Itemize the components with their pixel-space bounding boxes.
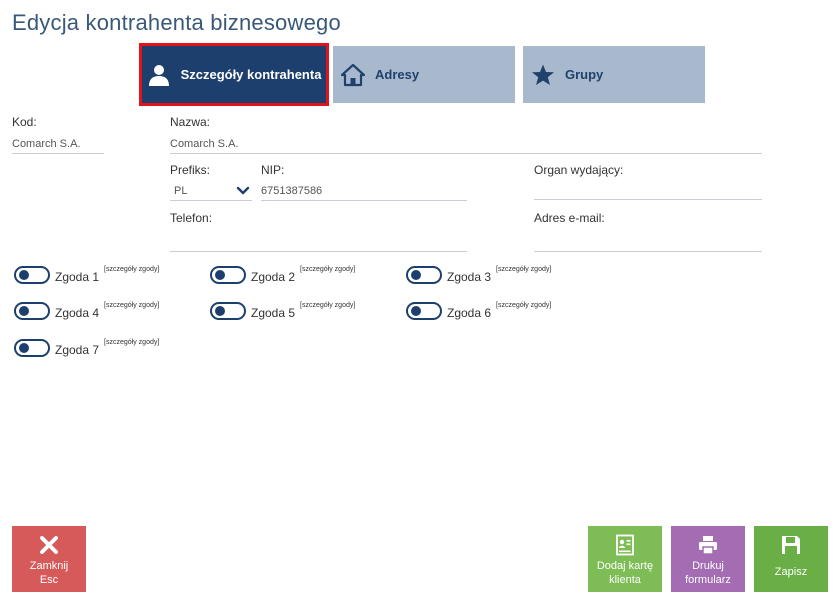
consent-toggle[interactable] [14,302,50,320]
consent-2: Zgoda 2 [szczegóły zgody] [210,265,355,285]
toggle-knob [19,343,29,353]
consent-4: Zgoda 4 [szczegóły zgody] [14,301,159,321]
toggle-knob [19,270,29,280]
toggle-knob [411,270,421,280]
print-label-1: Drukuj [692,560,724,572]
consent-details-link[interactable]: [szczegóły zgody] [496,266,551,273]
close-button-label: Zamknij [29,560,69,572]
toggle-knob [411,306,421,316]
consent-6: Zgoda 6 [szczegóły zgody] [406,301,551,321]
person-icon [147,63,171,87]
save-button[interactable]: Zapisz [754,526,828,592]
toggle-knob [215,270,225,280]
kod-label: Kod: [12,115,37,129]
consent-label: Zgoda 6 [447,306,492,320]
email-field[interactable] [534,232,762,252]
prefiks-label: Prefiks: [170,163,211,177]
kod-field[interactable]: Comarch S.A. [12,134,104,154]
save-label: Zapisz [774,566,808,578]
consent-5: Zgoda 5 [szczegóły zgody] [210,301,355,321]
consent-label: Zgoda 5 [251,306,296,320]
consent-toggle[interactable] [14,339,50,357]
add-card-label-2: klienta [609,574,641,586]
consent-label: Zgoda 4 [55,306,100,320]
consent-toggle[interactable] [406,302,442,320]
consent-toggle[interactable] [210,302,246,320]
consent-toggle[interactable] [210,266,246,284]
add-card-label-1: Dodaj kartę [596,560,654,572]
organ-label: Organ wydający: [534,163,624,177]
add-card-button[interactable]: Dodaj kartę klienta [588,526,662,592]
nip-label: NIP: [261,163,285,177]
tab-label: Szczegóły kontrahenta [180,67,322,82]
organ-field[interactable] [534,180,762,200]
close-button-shortcut: Esc [39,574,59,586]
chevron-down-icon [236,184,250,198]
star-icon [531,63,555,87]
consent-label: Zgoda 2 [251,270,296,284]
close-icon [40,536,58,554]
consent-label: Zgoda 7 [55,343,100,357]
consent-label: Zgoda 1 [55,270,100,284]
consent-details-link[interactable]: [szczegóły zgody] [104,302,159,309]
telefon-label: Telefon: [170,211,213,225]
nazwa-field[interactable]: Comarch S.A. [170,134,762,154]
consent-toggle[interactable] [14,266,50,284]
tab-grupy[interactable]: Grupy [523,46,705,103]
consent-details-link[interactable]: [szczegóły zgody] [104,266,159,273]
nazwa-label: Nazwa: [170,115,211,129]
toggle-knob [215,306,225,316]
consent-3: Zgoda 3 [szczegóły zgody] [406,265,551,285]
prefiks-value: PL [174,185,188,197]
page-title: Edycja kontrahenta biznesowego [12,10,341,35]
id-card-icon [616,534,634,556]
tab-adresy[interactable]: Adresy [333,46,515,103]
consent-1: Zgoda 1 [szczegóły zgody] [14,265,159,285]
nip-field[interactable]: 6751387586 [261,181,467,201]
consent-details-link[interactable]: [szczegóły zgody] [300,266,355,273]
floppy-icon [782,536,800,554]
print-label-2: formularz [685,574,731,586]
toggle-knob [19,306,29,316]
home-icon [341,63,365,87]
consent-label: Zgoda 3 [447,270,492,284]
tab-label: Grupy [565,67,604,82]
tab-szczegoly-kontrahenta[interactable]: Szczegóły kontrahenta [139,43,329,106]
email-label: Adres e-mail: [534,211,605,225]
consent-details-link[interactable]: [szczegóły zgody] [104,339,159,346]
prefiks-select[interactable]: PL [170,181,252,201]
tab-label: Adresy [375,67,420,82]
consent-details-link[interactable]: [szczegóły zgody] [496,302,551,309]
printer-icon [699,536,717,555]
close-button[interactable]: Zamknij Esc [12,526,86,592]
consent-details-link[interactable]: [szczegóły zgody] [300,302,355,309]
telefon-field[interactable] [170,232,467,252]
consent-7: Zgoda 7 [szczegóły zgody] [14,338,159,358]
print-form-button[interactable]: Drukuj formularz [671,526,745,592]
consent-toggle[interactable] [406,266,442,284]
